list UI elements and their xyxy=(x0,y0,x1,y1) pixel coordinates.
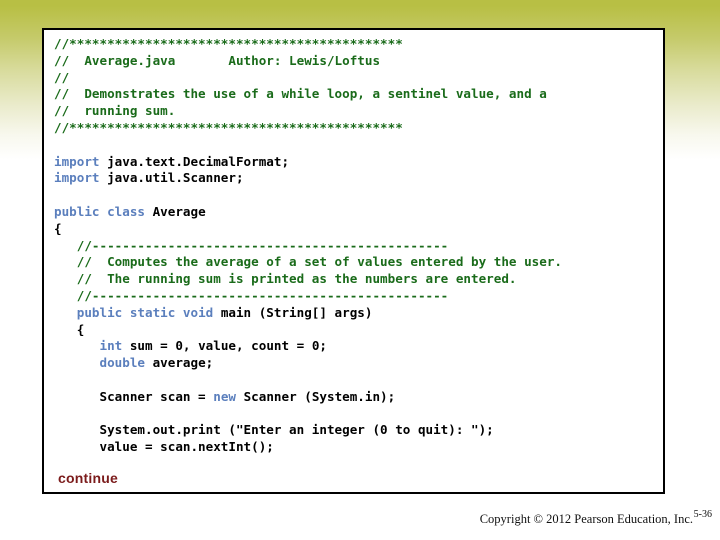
code-line: public static void main (String[] args) xyxy=(54,305,562,322)
code-token: // running sum. xyxy=(54,103,176,119)
code-token: sum = 0, value, count = 0; xyxy=(129,338,327,354)
code-token: public class xyxy=(54,203,153,219)
code-token: //**************************************… xyxy=(54,119,403,135)
code-token: int xyxy=(99,338,130,354)
code-line: //--------------------------------------… xyxy=(54,238,562,255)
code-token: // Average.java Author: Lewis/Loftus xyxy=(54,52,381,68)
code-line: int sum = 0, value, count = 0; xyxy=(54,338,562,355)
continue-label: continue xyxy=(58,470,118,486)
code-token: import xyxy=(54,153,108,169)
code-line: // Computes the average of a set of valu… xyxy=(54,254,562,271)
code-line: //**************************************… xyxy=(54,120,562,137)
code-line: // Average.java Author: Lewis/Loftus xyxy=(54,53,562,70)
code-token: new xyxy=(213,388,244,404)
code-line: { xyxy=(54,322,562,339)
code-line: // xyxy=(54,70,562,87)
code-listing-box: //**************************************… xyxy=(42,28,665,494)
code-line: public class Average xyxy=(54,204,562,221)
code-token: { xyxy=(54,220,62,236)
code-token: value = scan.nextInt(); xyxy=(54,439,274,455)
code-line: //**************************************… xyxy=(54,36,562,53)
code-token: { xyxy=(54,321,85,337)
code-line: // Demonstrates the use of a while loop,… xyxy=(54,86,562,103)
code-line: System.out.print ("Enter an integer (0 t… xyxy=(54,422,562,439)
slide-footer: Copyright © 2012 Pearson Education, Inc.… xyxy=(0,508,720,532)
code-token: Scanner scan = xyxy=(54,388,214,404)
code-line: import java.util.Scanner; xyxy=(54,170,562,187)
code-line: { xyxy=(54,221,562,238)
code-line: value = scan.nextInt(); xyxy=(54,439,562,456)
code-line: Scanner scan = new Scanner (System.in); xyxy=(54,389,562,406)
code-token: import xyxy=(54,170,108,186)
code-token: //**************************************… xyxy=(54,36,403,51)
code-token: average; xyxy=(152,355,214,371)
code-line: double average; xyxy=(54,355,562,372)
code-token: // xyxy=(54,69,70,85)
code-token: //--------------------------------------… xyxy=(54,237,449,253)
code-token: // The running sum is printed as the num… xyxy=(54,271,517,287)
code-line: // running sum. xyxy=(54,103,562,120)
code-token: main (String[] args) xyxy=(220,304,373,320)
slide-canvas: //**************************************… xyxy=(0,0,720,540)
code-line: // The running sum is printed as the num… xyxy=(54,271,562,288)
code-token: java.util.Scanner; xyxy=(107,170,244,186)
code-token: public static void xyxy=(76,304,221,320)
code-token: //--------------------------------------… xyxy=(54,287,449,303)
code-line: //--------------------------------------… xyxy=(54,288,562,305)
code-token: Scanner (System.in); xyxy=(243,388,396,404)
copyright-notice: Copyright © 2012 Pearson Education, Inc. xyxy=(479,512,693,526)
slide-number: 5-36 xyxy=(693,509,712,520)
code-token: Average xyxy=(152,203,206,219)
code-line: import java.text.DecimalFormat; xyxy=(54,154,562,171)
code-token: double xyxy=(99,355,153,371)
code-token: // Demonstrates the use of a while loop,… xyxy=(54,86,547,102)
java-source-code: //**************************************… xyxy=(54,36,562,456)
code-token: // Computes the average of a set of valu… xyxy=(54,254,562,270)
code-token: java.text.DecimalFormat; xyxy=(107,153,290,169)
code-token: System.out.print ("Enter an integer (0 t… xyxy=(54,422,494,438)
